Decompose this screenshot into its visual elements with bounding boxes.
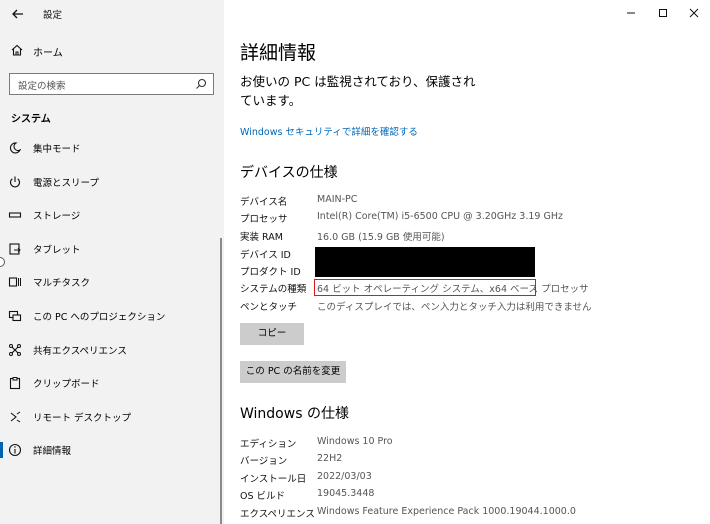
page-title: 詳細情報 <box>240 42 317 64</box>
moon-icon <box>9 142 22 154</box>
spec-value: 2022/03/03 <box>317 471 372 482</box>
spec-key: OS ビルド <box>240 491 286 502</box>
spec-value: 19045.3448 <box>317 488 375 499</box>
info-icon <box>8 443 22 457</box>
spec-row: エクスペリエンス Windows Feature Experience Pack… <box>240 504 700 521</box>
spec-key: エクスペリエンス <box>240 509 315 520</box>
nav-item-storage[interactable]: ストレージ <box>0 203 220 227</box>
title-bar-left: 設定 <box>0 0 224 30</box>
spec-value: 16.0 GB (15.9 GB 使用可能) <box>317 232 445 243</box>
spec-row: インストール日 2022/03/03 <box>240 469 700 486</box>
tablet-icon <box>9 243 21 255</box>
windows-specs-heading: Windows の仕様 <box>240 406 349 422</box>
storage-icon <box>8 212 22 218</box>
remote-desktop-icon <box>10 411 21 423</box>
nav-item-clipboard[interactable]: クリップボード <box>0 371 220 395</box>
spec-value: MAIN-PC <box>317 194 358 205</box>
spec-value: Windows 10 Pro <box>317 436 393 447</box>
settings-sidebar: 設定 ホーム 設定の検索 システム 集中モード 電源とスリープ ストレージ タブ… <box>0 0 224 524</box>
spec-value: Intel(R) Core(TM) i5-6500 CPU @ 3.20GHz … <box>317 211 563 222</box>
active-indicator <box>0 442 3 458</box>
spec-key: ペンとタッチ <box>240 302 298 313</box>
nav-item-label: この PC へのプロジェクション <box>33 312 166 323</box>
nav-item-label: 電源とスリープ <box>33 178 99 189</box>
spec-row: 実装 RAM 16.0 GB (15.9 GB 使用可能) <box>240 227 700 244</box>
app-title: 設定 <box>43 10 63 21</box>
minimize-button[interactable] <box>620 4 642 22</box>
spec-key: システムの種類 <box>240 284 307 295</box>
nav-item-remote-desktop[interactable]: リモート デスクトップ <box>0 405 220 429</box>
copy-button[interactable]: コピー <box>240 323 304 345</box>
power-icon <box>10 176 20 188</box>
spec-key: デバイス ID <box>240 250 291 261</box>
rename-pc-button[interactable]: この PC の名前を変更 <box>240 361 346 383</box>
settings-search-input[interactable]: 設定の検索 <box>9 73 214 95</box>
nav-item-label: ストレージ <box>33 211 81 222</box>
spec-value: 22H2 <box>317 453 343 464</box>
search-placeholder: 設定の検索 <box>18 81 66 92</box>
spec-key: 実装 RAM <box>240 232 283 243</box>
nav-item-label: リモート デスクトップ <box>33 413 132 424</box>
nav-item-label: マルチタスク <box>33 278 91 289</box>
multitask-icon <box>8 277 21 287</box>
back-button[interactable] <box>8 4 28 24</box>
spec-row: ペンとタッチ このディスプレイでは、ペン入力とタッチ入力は利用できません <box>240 297 700 314</box>
maximize-icon <box>659 9 667 17</box>
spec-key: バージョン <box>240 456 288 467</box>
sidebar-scrollbar[interactable] <box>220 238 222 524</box>
nav-home-label: ホーム <box>33 48 63 59</box>
back-arrow-icon <box>12 9 23 19</box>
spec-key: エディション <box>240 439 297 450</box>
nav-item-tablet[interactable]: タブレット <box>0 237 220 261</box>
projection-icon <box>8 310 22 322</box>
nav-item-label: タブレット <box>33 245 81 256</box>
content-pane: 詳細情報 お使いの PC は監視されており、保護されています。 Windows … <box>224 0 710 524</box>
device-specs-heading: デバイスの仕様 <box>240 165 338 181</box>
maximize-button[interactable] <box>652 4 674 22</box>
security-link[interactable]: Windows セキュリティで詳細を確認する <box>240 124 418 138</box>
spec-key: インストール日 <box>240 474 307 485</box>
nav-item-about[interactable]: 詳細情報 <box>0 438 220 462</box>
nav-item-label: 詳細情報 <box>33 446 72 457</box>
nav-item-label: 集中モード <box>33 144 81 155</box>
nav-item-shared-experiences[interactable]: 共有エクスペリエンス <box>0 338 220 362</box>
minimize-icon <box>627 12 635 14</box>
spec-row: エディション Windows 10 Pro <box>240 434 700 451</box>
home-icon <box>11 44 23 56</box>
shared-experience-icon <box>9 344 21 356</box>
nav-item-label: 共有エクスペリエンス <box>33 346 127 357</box>
nav-home[interactable]: ホーム <box>0 40 224 62</box>
highlight-box <box>314 279 536 296</box>
protection-status: お使いの PC は監視されており、保護されています。 <box>240 74 476 108</box>
spec-value: Windows Feature Experience Pack 1000.190… <box>317 506 576 517</box>
nav-item-projection[interactable]: この PC へのプロジェクション <box>0 304 220 328</box>
close-icon <box>689 8 699 18</box>
nav-item-focus-assist[interactable]: 集中モード <box>0 136 220 160</box>
search-icon <box>196 78 207 89</box>
spec-row: デバイス名 MAIN-PC <box>240 192 700 209</box>
spec-row: バージョン 22H2 <box>240 451 700 468</box>
spec-key: プロダクト ID <box>240 267 301 278</box>
spec-row: プロセッサ Intel(R) Core(TM) i5-6500 CPU @ 3.… <box>240 209 700 226</box>
nav-item-multitasking[interactable]: マルチタスク <box>0 270 220 294</box>
close-button[interactable] <box>683 4 705 22</box>
redaction-box <box>315 247 535 277</box>
spec-value: このディスプレイでは、ペン入力とタッチ入力は利用できません <box>317 302 592 313</box>
nav-item-label: クリップボード <box>33 379 100 390</box>
section-header-system: システム <box>11 114 51 125</box>
nav-item-power-sleep[interactable]: 電源とスリープ <box>0 170 220 194</box>
spec-key: プロセッサ <box>240 214 288 225</box>
spec-row: OS ビルド 19045.3448 <box>240 486 700 503</box>
spec-key: デバイス名 <box>240 197 288 208</box>
clipboard-icon <box>9 377 21 390</box>
